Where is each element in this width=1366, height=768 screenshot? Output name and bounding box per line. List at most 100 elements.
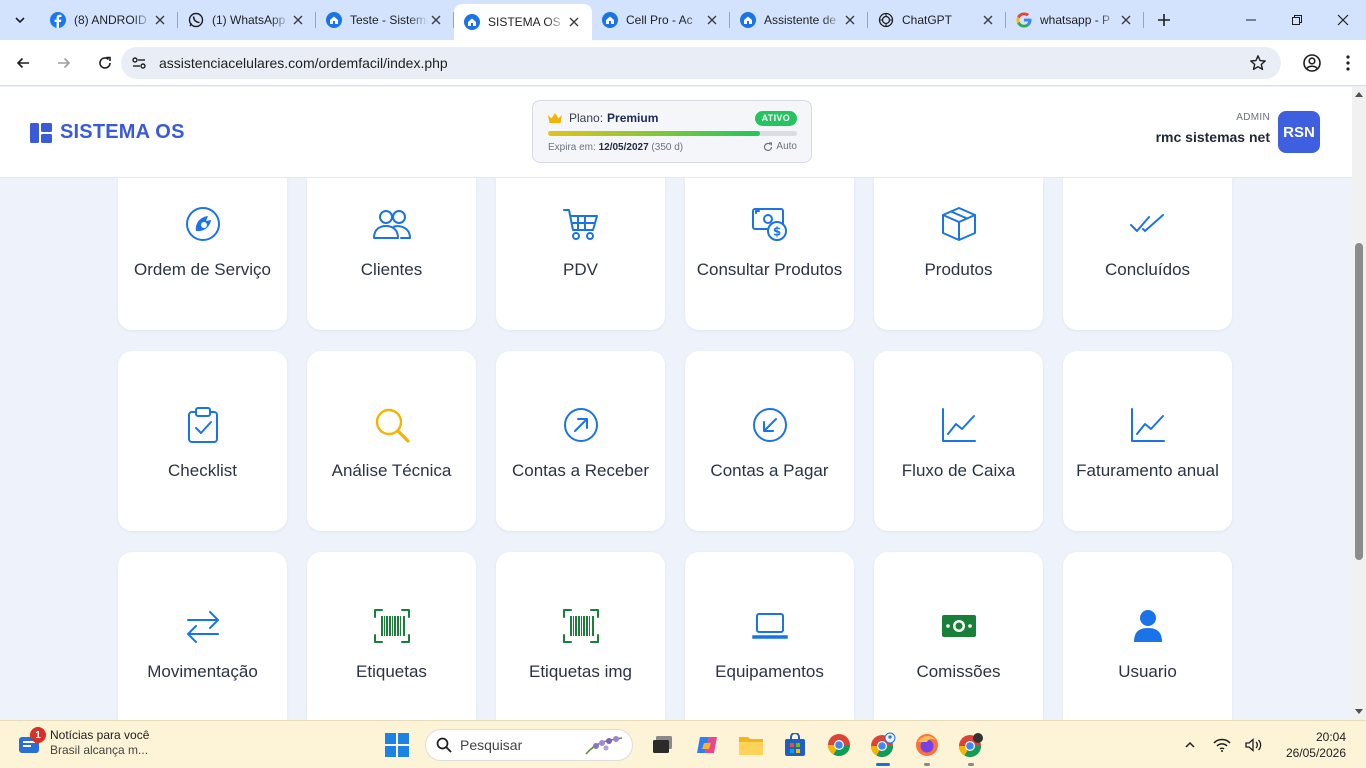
plan-status-badge: ATIVO <box>754 111 797 126</box>
microsoft-store-button[interactable] <box>779 729 811 761</box>
tab-title: whatsapp - P <box>1040 13 1111 27</box>
chrome-icon <box>828 734 850 756</box>
module-card[interactable]: Comissões <box>874 552 1043 720</box>
taskbar-search-placeholder: Pesquisar <box>460 737 523 753</box>
tab-close-button[interactable] <box>704 12 720 28</box>
scroll-down-arrow[interactable] <box>1355 709 1363 714</box>
page-scrollbar[interactable] <box>1352 87 1366 720</box>
chrome-profile-button[interactable] <box>867 729 899 766</box>
module-label: Faturamento anual <box>1076 461 1219 480</box>
module-card[interactable]: Contas a Receber <box>496 351 665 531</box>
scroll-up-arrow[interactable] <box>1355 92 1363 97</box>
close-icon <box>1337 14 1349 26</box>
bookmark-star-icon[interactable] <box>1249 54 1267 72</box>
browser-tab[interactable]: ChatGPT <box>868 4 1006 36</box>
chrome-button[interactable] <box>823 729 855 761</box>
google-icon <box>1016 12 1032 28</box>
module-card[interactable]: Contas a Pagar <box>685 351 854 531</box>
module-card[interactable]: Checklist <box>118 351 287 531</box>
new-tab-button[interactable] <box>1150 6 1178 34</box>
task-view-icon <box>653 736 672 753</box>
home-icon <box>464 14 480 30</box>
browser-tab[interactable]: (1) WhatsApp <box>178 4 316 36</box>
task-view-button[interactable] <box>647 729 679 761</box>
firefox-button[interactable] <box>911 729 943 766</box>
module-label: Movimentação <box>147 662 258 681</box>
file-explorer-button[interactable] <box>735 729 767 761</box>
box-icon <box>939 204 979 244</box>
module-label: Equipamentos <box>715 662 824 681</box>
clients-icon <box>372 204 412 244</box>
reload-button[interactable] <box>87 45 123 81</box>
news-title: Notícias para você <box>50 728 150 742</box>
arrow-down-left-circle-icon <box>750 405 790 445</box>
minimize-button[interactable] <box>1228 0 1274 40</box>
browser-tab[interactable]: (8) ANDROID <box>40 4 178 36</box>
address-bar[interactable]: assistenciacelulares.com/ordemfacil/inde… <box>121 47 1281 79</box>
copilot-button[interactable] <box>691 729 723 761</box>
browser-tab[interactable]: whatsapp - P <box>1006 4 1144 36</box>
scroll-thumb[interactable] <box>1355 243 1363 560</box>
module-card[interactable]: Etiquetas img <box>496 552 665 720</box>
module-label: Consultar Produtos <box>696 260 843 279</box>
profile-icon <box>1303 54 1321 72</box>
plan-label: Plano: <box>569 111 604 125</box>
window-controls <box>1228 0 1366 40</box>
module-card[interactable]: Faturamento anual <box>1063 351 1232 531</box>
plan-expiry: Expira em: 12/05/2027 (350 d) <box>548 142 683 153</box>
module-card[interactable]: Equipamentos <box>685 552 854 720</box>
tab-close-button[interactable] <box>152 12 168 28</box>
avatar[interactable]: RSN <box>1278 111 1320 153</box>
browser-tab[interactable]: Teste - Sistema <box>316 4 454 36</box>
tab-close-button[interactable] <box>290 12 306 28</box>
plan-progress-fill <box>548 131 760 136</box>
browser-toolbar: assistenciacelulares.com/ordemfacil/inde… <box>0 40 1366 86</box>
site-settings-icon[interactable] <box>131 55 147 71</box>
auto-renew[interactable]: Auto <box>763 141 797 152</box>
restore-button[interactable] <box>1274 0 1320 40</box>
module-card[interactable]: Etiquetas <box>307 552 476 720</box>
taskbar-search[interactable]: Pesquisar <box>425 729 633 761</box>
browser-tab[interactable]: Assistente de <box>730 4 868 36</box>
chrome-other-profile-button[interactable] <box>955 729 987 766</box>
module-label: Comissões <box>916 662 1001 681</box>
module-card[interactable]: Clientes <box>307 178 476 330</box>
module-card[interactable]: Usuario <box>1063 552 1232 720</box>
module-card[interactable]: Análise Técnica <box>307 351 476 531</box>
module-card[interactable]: Ordem de Serviço <box>118 178 287 330</box>
module-card[interactable]: Movimentação <box>118 552 287 720</box>
whatsapp-icon <box>188 12 204 28</box>
browser-tab[interactable]: SISTEMA OS <box>454 4 592 40</box>
brand[interactable]: SISTEMA OS <box>30 121 185 144</box>
browser-menu-button[interactable] <box>1330 45 1366 81</box>
module-card[interactable]: Concluídos <box>1063 178 1232 330</box>
close-window-button[interactable] <box>1320 0 1366 40</box>
tab-close-button[interactable] <box>842 12 858 28</box>
service-order-icon <box>183 204 223 244</box>
module-card[interactable]: PDV <box>496 178 665 330</box>
tab-close-button[interactable] <box>428 12 444 28</box>
browser-tab[interactable]: Cell Pro - Ac <box>592 4 730 36</box>
close-icon <box>431 15 441 25</box>
clock[interactable]: 20:04 26/05/2026 <box>1286 729 1346 761</box>
wifi-button[interactable] <box>1210 733 1234 757</box>
expires-date: 12/05/2027 <box>598 142 649 153</box>
show-hidden-icons-button[interactable] <box>1178 733 1202 757</box>
module-card[interactable]: $ Consultar Produtos <box>685 178 854 330</box>
module-card[interactable]: Fluxo de Caixa <box>874 351 1043 531</box>
news-widget[interactable]: 1 Notícias para você Brasil alcança m... <box>16 727 150 758</box>
module-card[interactable]: Produtos <box>874 178 1043 330</box>
forward-button[interactable] <box>46 45 82 81</box>
tab-search-button[interactable] <box>8 8 32 32</box>
start-button[interactable] <box>381 729 413 761</box>
volume-button[interactable] <box>1242 733 1266 757</box>
tab-title: Cell Pro - Ac <box>626 13 693 27</box>
tab-close-button[interactable] <box>980 12 996 28</box>
back-button[interactable] <box>5 45 41 81</box>
profile-button[interactable] <box>1294 45 1330 81</box>
user-info[interactable]: ADMIN rmc sistemas net <box>1156 112 1270 145</box>
tab-close-button[interactable] <box>566 14 582 30</box>
tab-close-button[interactable] <box>1118 12 1134 28</box>
close-icon <box>569 17 579 27</box>
tab-title: SISTEMA OS <box>488 15 561 29</box>
